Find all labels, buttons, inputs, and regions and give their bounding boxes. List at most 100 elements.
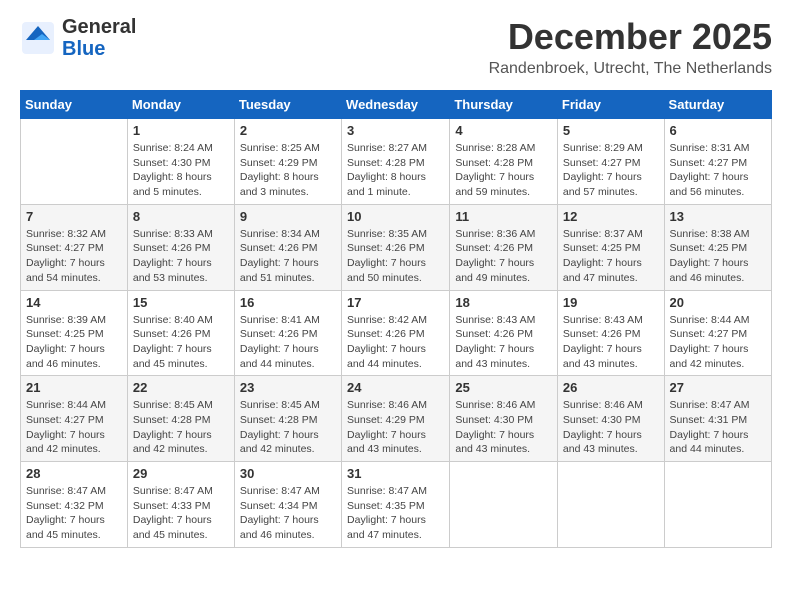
calendar-week-row: 21 Sunrise: 8:44 AMSunset: 4:27 PMDayligh… bbox=[21, 376, 772, 462]
calendar-cell: 4 Sunrise: 8:28 AMSunset: 4:28 PMDaylight… bbox=[450, 119, 558, 205]
day-number: 5 bbox=[563, 123, 659, 138]
day-info: Sunrise: 8:28 AMSunset: 4:28 PMDaylight:… bbox=[455, 141, 552, 200]
day-number: 16 bbox=[240, 295, 336, 310]
day-info: Sunrise: 8:47 AMSunset: 4:35 PMDaylight:… bbox=[347, 484, 444, 543]
day-info: Sunrise: 8:45 AMSunset: 4:28 PMDaylight:… bbox=[240, 398, 336, 457]
day-info: Sunrise: 8:31 AMSunset: 4:27 PMDaylight:… bbox=[670, 141, 766, 200]
logo: General Blue bbox=[20, 16, 136, 60]
calendar-cell: 22Sunrise: 8:45 AMSunset: 4:28 PMDayligh… bbox=[127, 376, 234, 462]
calendar-cell: 31 Sunrise: 8:47 AMSunset: 4:35 PMDayligh… bbox=[342, 462, 450, 548]
day-info: Sunrise: 8:33 AMSunset: 4:26 PMDaylight:… bbox=[133, 227, 229, 286]
calendar-cell: 27 Sunrise: 8:47 AMSunset: 4:31 PMDayligh… bbox=[664, 376, 771, 462]
day-info: Sunrise: 8:47 AMSunset: 4:33 PMDaylight:… bbox=[133, 484, 229, 543]
calendar-cell: 14 Sunrise: 8:39 AMSunset: 4:25 PMDayligh… bbox=[21, 290, 128, 376]
calendar-week-row: 7 Sunrise: 8:32 AMSunset: 4:27 PMDaylight… bbox=[21, 204, 772, 290]
day-info: Sunrise: 8:44 AMSunset: 4:27 PMDaylight:… bbox=[670, 313, 766, 372]
day-info: Sunrise: 8:44 AMSunset: 4:27 PMDaylight:… bbox=[26, 398, 122, 457]
calendar-cell: 17Sunrise: 8:42 AMSunset: 4:26 PMDayligh… bbox=[342, 290, 450, 376]
calendar-cell: 20 Sunrise: 8:44 AMSunset: 4:27 PMDayligh… bbox=[664, 290, 771, 376]
calendar-cell: 28Sunrise: 8:47 AMSunset: 4:32 PMDayligh… bbox=[21, 462, 128, 548]
calendar-cell bbox=[21, 119, 128, 205]
day-number: 27 bbox=[670, 380, 766, 395]
day-info: Sunrise: 8:47 AMSunset: 4:34 PMDaylight:… bbox=[240, 484, 336, 543]
calendar-cell: 16Sunrise: 8:41 AMSunset: 4:26 PMDayligh… bbox=[234, 290, 341, 376]
calendar-cell: 8 Sunrise: 8:33 AMSunset: 4:26 PMDaylight… bbox=[127, 204, 234, 290]
logo-icon bbox=[20, 20, 56, 56]
calendar-cell: 29 Sunrise: 8:47 AMSunset: 4:33 PMDayligh… bbox=[127, 462, 234, 548]
location-title: Randenbroek, Utrecht, The Netherlands bbox=[489, 60, 772, 78]
day-number: 7 bbox=[26, 209, 122, 224]
calendar-cell: 24 Sunrise: 8:46 AMSunset: 4:29 PMDayligh… bbox=[342, 376, 450, 462]
weekday-header-row: SundayMondayTuesdayWednesdayThursdayFrid… bbox=[21, 91, 772, 119]
day-info: Sunrise: 8:47 AMSunset: 4:31 PMDaylight:… bbox=[670, 398, 766, 457]
day-number: 21 bbox=[26, 380, 122, 395]
calendar-cell: 10Sunrise: 8:35 AMSunset: 4:26 PMDayligh… bbox=[342, 204, 450, 290]
calendar-cell: 25Sunrise: 8:46 AMSunset: 4:30 PMDayligh… bbox=[450, 376, 558, 462]
day-info: Sunrise: 8:24 AMSunset: 4:30 PMDaylight:… bbox=[133, 141, 229, 200]
day-info: Sunrise: 8:25 AMSunset: 4:29 PMDaylight:… bbox=[240, 141, 336, 200]
day-info: Sunrise: 8:42 AMSunset: 4:26 PMDaylight:… bbox=[347, 313, 444, 372]
day-info: Sunrise: 8:43 AMSunset: 4:26 PMDaylight:… bbox=[563, 313, 659, 372]
day-number: 20 bbox=[670, 295, 766, 310]
calendar-week-row: 1 Sunrise: 8:24 AMSunset: 4:30 PMDaylight… bbox=[21, 119, 772, 205]
calendar-cell: 7 Sunrise: 8:32 AMSunset: 4:27 PMDaylight… bbox=[21, 204, 128, 290]
calendar-cell: 3Sunrise: 8:27 AMSunset: 4:28 PMDaylight… bbox=[342, 119, 450, 205]
day-info: Sunrise: 8:38 AMSunset: 4:25 PMDaylight:… bbox=[670, 227, 766, 286]
day-info: Sunrise: 8:39 AMSunset: 4:25 PMDaylight:… bbox=[26, 313, 122, 372]
day-info: Sunrise: 8:46 AMSunset: 4:29 PMDaylight:… bbox=[347, 398, 444, 457]
day-info: Sunrise: 8:37 AMSunset: 4:25 PMDaylight:… bbox=[563, 227, 659, 286]
day-number: 8 bbox=[133, 209, 229, 224]
day-number: 26 bbox=[563, 380, 659, 395]
day-number: 4 bbox=[455, 123, 552, 138]
logo-line2: Blue bbox=[62, 38, 136, 60]
day-number: 24 bbox=[347, 380, 444, 395]
calendar-cell bbox=[557, 462, 664, 548]
day-number: 19 bbox=[563, 295, 659, 310]
day-number: 13 bbox=[670, 209, 766, 224]
day-number: 14 bbox=[26, 295, 122, 310]
day-number: 11 bbox=[455, 209, 552, 224]
calendar-cell: 18Sunrise: 8:43 AMSunset: 4:26 PMDayligh… bbox=[450, 290, 558, 376]
day-number: 15 bbox=[133, 295, 229, 310]
day-info: Sunrise: 8:46 AMSunset: 4:30 PMDaylight:… bbox=[563, 398, 659, 457]
day-number: 1 bbox=[133, 123, 229, 138]
day-number: 2 bbox=[240, 123, 336, 138]
calendar-cell bbox=[664, 462, 771, 548]
calendar-table: SundayMondayTuesdayWednesdayThursdayFrid… bbox=[20, 90, 772, 548]
calendar-week-row: 28Sunrise: 8:47 AMSunset: 4:32 PMDayligh… bbox=[21, 462, 772, 548]
calendar-cell: 21 Sunrise: 8:44 AMSunset: 4:27 PMDayligh… bbox=[21, 376, 128, 462]
day-info: Sunrise: 8:46 AMSunset: 4:30 PMDaylight:… bbox=[455, 398, 552, 457]
day-info: Sunrise: 8:29 AMSunset: 4:27 PMDaylight:… bbox=[563, 141, 659, 200]
calendar-cell: 11 Sunrise: 8:36 AMSunset: 4:26 PMDayligh… bbox=[450, 204, 558, 290]
day-number: 12 bbox=[563, 209, 659, 224]
day-number: 29 bbox=[133, 466, 229, 481]
weekday-header-friday: Friday bbox=[557, 91, 664, 119]
day-info: Sunrise: 8:34 AMSunset: 4:26 PMDaylight:… bbox=[240, 227, 336, 286]
day-number: 31 bbox=[347, 466, 444, 481]
calendar-cell: 23 Sunrise: 8:45 AMSunset: 4:28 PMDayligh… bbox=[234, 376, 341, 462]
weekday-header-thursday: Thursday bbox=[450, 91, 558, 119]
calendar-cell: 2 Sunrise: 8:25 AMSunset: 4:29 PMDaylight… bbox=[234, 119, 341, 205]
day-info: Sunrise: 8:47 AMSunset: 4:32 PMDaylight:… bbox=[26, 484, 122, 543]
calendar-cell bbox=[450, 462, 558, 548]
calendar-cell: 13 Sunrise: 8:38 AMSunset: 4:25 PMDayligh… bbox=[664, 204, 771, 290]
day-number: 22 bbox=[133, 380, 229, 395]
month-title: December 2025 bbox=[489, 16, 772, 58]
day-info: Sunrise: 8:27 AMSunset: 4:28 PMDaylight:… bbox=[347, 141, 444, 200]
day-number: 18 bbox=[455, 295, 552, 310]
calendar-cell: 5 Sunrise: 8:29 AMSunset: 4:27 PMDaylight… bbox=[557, 119, 664, 205]
day-info: Sunrise: 8:35 AMSunset: 4:26 PMDaylight:… bbox=[347, 227, 444, 286]
calendar-cell: 9 Sunrise: 8:34 AMSunset: 4:26 PMDaylight… bbox=[234, 204, 341, 290]
calendar-cell: 30Sunrise: 8:47 AMSunset: 4:34 PMDayligh… bbox=[234, 462, 341, 548]
logo-line1: General bbox=[62, 16, 136, 38]
weekday-header-sunday: Sunday bbox=[21, 91, 128, 119]
weekday-header-saturday: Saturday bbox=[664, 91, 771, 119]
weekday-header-wednesday: Wednesday bbox=[342, 91, 450, 119]
day-info: Sunrise: 8:32 AMSunset: 4:27 PMDaylight:… bbox=[26, 227, 122, 286]
calendar-cell: 12 Sunrise: 8:37 AMSunset: 4:25 PMDayligh… bbox=[557, 204, 664, 290]
day-number: 9 bbox=[240, 209, 336, 224]
day-number: 6 bbox=[670, 123, 766, 138]
day-info: Sunrise: 8:36 AMSunset: 4:26 PMDaylight:… bbox=[455, 227, 552, 286]
day-number: 23 bbox=[240, 380, 336, 395]
title-block: December 2025 Randenbroek, Utrecht, The … bbox=[489, 16, 772, 78]
